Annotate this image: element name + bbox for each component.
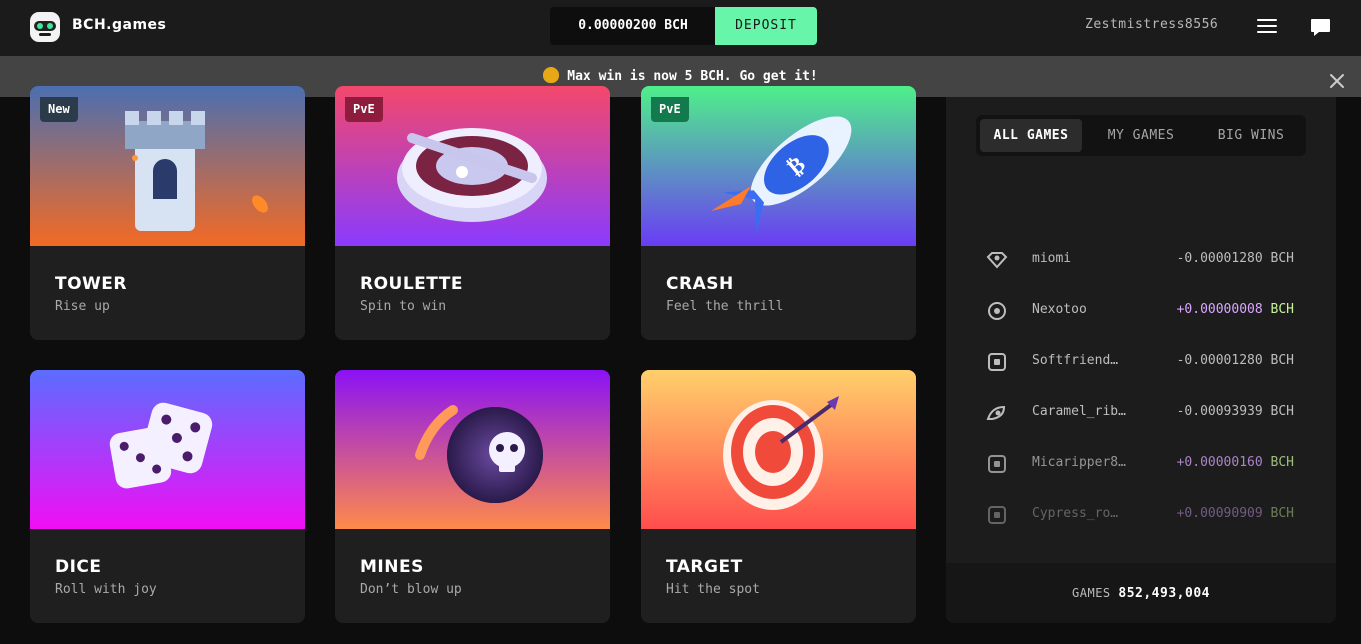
bet-player-name[interactable]: Nexotoo — [1032, 302, 1087, 317]
game-subtitle: Hit the spot — [666, 582, 760, 597]
bet-amount-value: +0.00000160 — [1176, 455, 1263, 470]
bet-row[interactable]: Softfriend… -0.00001280 BCH — [986, 350, 1296, 374]
brand-name[interactable]: BCH.games — [72, 17, 166, 33]
logo-icon[interactable] — [30, 12, 60, 42]
bet-amount-value: -0.00093939 BCH — [1176, 404, 1294, 419]
game-title: ROULETTE — [360, 274, 463, 294]
game-subtitle: Feel the thrill — [666, 299, 784, 314]
game-art-tower[interactable]: New — [30, 86, 305, 246]
game-title: CRASH — [666, 274, 734, 294]
bet-row[interactable]: Nexotoo +0.00000008 BCH — [986, 299, 1296, 323]
bet-player-name[interactable]: Softfriend… — [1032, 353, 1118, 368]
bet-player-name[interactable]: Micaripper8… — [1032, 455, 1126, 470]
balance-display: 0.00000200 BCH — [550, 7, 716, 45]
bet-row[interactable]: Micaripper8… +0.00000160 BCH — [986, 452, 1296, 476]
game-title: TARGET — [666, 557, 743, 577]
target-icon — [986, 301, 1008, 321]
bet-row[interactable]: Caramel_rib… -0.00093939 BCH — [986, 401, 1296, 425]
bet-player-name[interactable]: Cypress_ro… — [1032, 506, 1118, 521]
game-subtitle: Spin to win — [360, 299, 447, 314]
diamond-icon — [986, 250, 1008, 270]
game-subtitle: Don’t blow up — [360, 582, 462, 597]
bet-amount-value: +0.00090909 — [1176, 506, 1263, 521]
game-art-crash[interactable]: ₿ PvE — [641, 86, 916, 246]
game-subtitle: Roll with joy — [55, 582, 157, 597]
bet-amount-unit: BCH — [1262, 302, 1295, 317]
game-art-target[interactable] — [641, 370, 916, 529]
mines-icon — [986, 403, 1008, 423]
bet-amount-unit: BCH — [1262, 506, 1295, 521]
game-badge: New — [40, 97, 78, 122]
bets-tabs: ALL GAMES MY GAMES BIG WINS — [976, 115, 1306, 156]
bet-amount-unit: BCH — [1262, 455, 1295, 470]
tab-my-games[interactable]: MY GAMES — [1090, 119, 1192, 152]
game-card-tower[interactable]: New TOWER Rise up — [30, 86, 305, 340]
hamburger-menu-icon[interactable] — [1257, 18, 1277, 34]
game-card-mines[interactable]: MINES Don’t blow up — [335, 370, 610, 623]
game-art-dice[interactable] — [30, 370, 305, 529]
money-bag-icon — [543, 67, 560, 83]
game-art-roulette[interactable]: PvE — [335, 86, 610, 246]
username[interactable]: Zestmistress8556 — [1085, 17, 1218, 32]
game-badge: PvE — [651, 97, 689, 122]
game-subtitle: Rise up — [55, 299, 110, 314]
games-counter-value: 852,493,004 — [1118, 586, 1210, 601]
bet-player-name[interactable]: Caramel_rib… — [1032, 404, 1126, 419]
game-title: MINES — [360, 557, 424, 577]
game-card-dice[interactable]: DICE Roll with joy — [30, 370, 305, 623]
bet-amount-value: -0.00001280 BCH — [1176, 353, 1294, 368]
game-badge: PvE — [345, 97, 383, 122]
bet-amount: -0.00001280 BCH — [1177, 353, 1294, 368]
deposit-button[interactable]: DEPOSIT — [715, 7, 817, 45]
bet-amount: +0.00090909 BCH — [1177, 506, 1294, 521]
game-card-target[interactable]: TARGET Hit the spot — [641, 370, 916, 623]
bet-amount: +0.00000160 BCH — [1177, 455, 1294, 470]
dice-icon — [986, 352, 1008, 372]
dice-icon — [986, 505, 1008, 525]
game-card-crash[interactable]: ₿ PvE CRASH Feel the thrill — [641, 86, 916, 340]
dice-icon — [986, 454, 1008, 474]
tab-all-games[interactable]: ALL GAMES — [980, 119, 1082, 152]
game-title: TOWER — [55, 274, 128, 294]
tab-big-wins[interactable]: BIG WINS — [1200, 119, 1302, 152]
top-bar: BCH.games 0.00000200 BCH DEPOSIT Zestmis… — [0, 0, 1361, 56]
games-counter-label: GAMES — [1072, 586, 1111, 600]
game-card-roulette[interactable]: PvE ROULETTE Spin to win — [335, 86, 610, 340]
chat-icon[interactable] — [1309, 16, 1333, 38]
announcement-text: Max win is now 5 BCH. Go get it! — [567, 69, 818, 84]
close-icon[interactable] — [1327, 67, 1347, 88]
games-counter: GAMES 852,493,004 — [946, 563, 1336, 623]
bet-amount-value: +0.00000008 — [1176, 302, 1263, 317]
bet-row[interactable]: Cypress_ro… +0.00090909 BCH — [986, 503, 1296, 527]
recent-bets-panel: ALL GAMES MY GAMES BIG WINS miomi -0.0000… — [946, 97, 1336, 623]
bet-amount-value: -0.00001280 BCH — [1176, 251, 1294, 266]
bet-amount: +0.00000008 BCH — [1177, 302, 1294, 317]
bet-amount: -0.00093939 BCH — [1177, 404, 1294, 419]
bet-row[interactable]: miomi -0.00001280 BCH — [986, 248, 1296, 272]
bet-amount: -0.00001280 BCH — [1177, 251, 1294, 266]
bet-player-name[interactable]: miomi — [1032, 251, 1071, 266]
game-art-mines[interactable] — [335, 370, 610, 529]
game-title: DICE — [55, 557, 102, 577]
